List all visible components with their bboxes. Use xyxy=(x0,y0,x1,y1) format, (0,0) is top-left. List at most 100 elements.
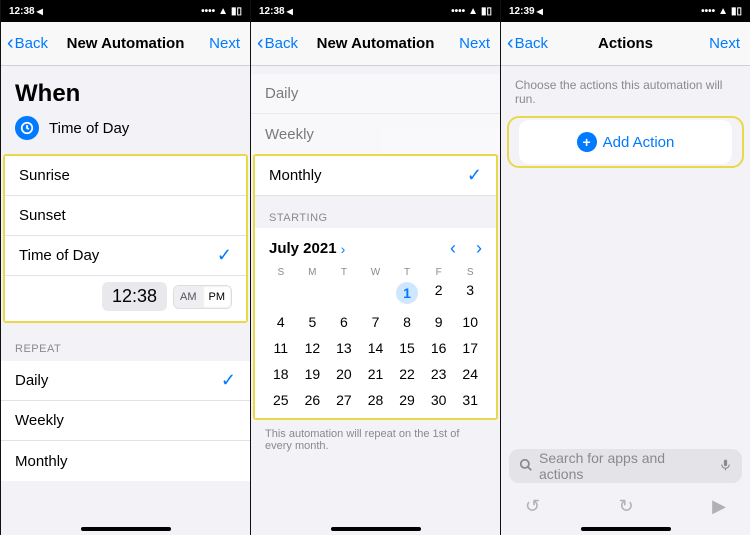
calendar-day[interactable]: 9 xyxy=(423,314,455,330)
calendar-day xyxy=(265,282,297,304)
calendar-day[interactable]: 15 xyxy=(391,340,423,356)
location-icon: ◀ xyxy=(287,7,293,16)
search-input[interactable]: Search for apps and actions xyxy=(509,449,742,483)
checkmark-icon: ✓ xyxy=(221,370,236,391)
calendar-weekday-row: SMTWTFS xyxy=(255,265,496,280)
chevron-left-icon: ‹ xyxy=(507,32,514,55)
battery-icon: ▮▯ xyxy=(231,6,242,17)
calendar-day[interactable]: 23 xyxy=(423,366,455,382)
add-action-label: Add Action xyxy=(603,134,675,151)
repeat-group-dimmed: Daily Weekly xyxy=(251,74,500,154)
status-bar: 12:38◀ •••• ▲ ▮▯ xyxy=(251,0,500,22)
calendar-prev-button[interactable]: ‹ xyxy=(450,238,456,259)
next-button[interactable]: Next xyxy=(709,35,740,52)
signal-icon: •••• xyxy=(451,6,465,17)
search-placeholder: Search for apps and actions xyxy=(539,450,713,482)
back-button[interactable]: ‹Back xyxy=(507,32,548,55)
location-icon: ◀ xyxy=(37,7,43,16)
calendar-day[interactable]: 20 xyxy=(328,366,360,382)
repeat-monthly[interactable]: Monthly xyxy=(1,441,250,481)
calendar-day[interactable]: 4 xyxy=(265,314,297,330)
calendar-day[interactable]: 24 xyxy=(454,366,486,382)
calendar-day[interactable]: 14 xyxy=(360,340,392,356)
am-option[interactable]: AM xyxy=(174,286,203,308)
when-heading: When xyxy=(1,66,250,116)
calendar-day[interactable]: 7 xyxy=(360,314,392,330)
chevron-left-icon: ‹ xyxy=(257,32,264,55)
time-of-day-row[interactable]: Time of Day xyxy=(15,116,236,140)
calendar-day[interactable]: 18 xyxy=(265,366,297,382)
calendar-day[interactable]: 10 xyxy=(454,314,486,330)
calendar-grid[interactable]: 1234567891011121314151617181920212223242… xyxy=(255,280,496,418)
calendar-day xyxy=(297,282,329,304)
next-button[interactable]: Next xyxy=(459,35,490,52)
repeat-group: Daily✓ Weekly Monthly xyxy=(1,361,250,481)
calendar-day[interactable]: 22 xyxy=(391,366,423,382)
option-time-of-day[interactable]: Time of Day✓ xyxy=(5,236,246,276)
pm-option[interactable]: PM xyxy=(203,286,232,308)
plus-icon: + xyxy=(577,132,597,152)
signal-icon: •••• xyxy=(701,6,715,17)
redo-button[interactable]: ↻ xyxy=(619,496,634,517)
home-indicator[interactable] xyxy=(581,527,671,531)
calendar-day[interactable]: 19 xyxy=(297,366,329,382)
calendar-day[interactable]: 27 xyxy=(328,392,360,408)
calendar-day[interactable]: 1 xyxy=(391,282,423,304)
calendar-day xyxy=(360,282,392,304)
calendar-day[interactable]: 8 xyxy=(391,314,423,330)
repeat-section-label: REPEAT xyxy=(1,323,250,361)
repeat-weekly[interactable]: Weekly xyxy=(1,401,250,441)
calendar-day[interactable]: 29 xyxy=(391,392,423,408)
calendar-day[interactable]: 25 xyxy=(265,392,297,408)
signal-icon: •••• xyxy=(201,6,215,17)
chevron-left-icon: ‹ xyxy=(7,32,14,55)
calendar-day[interactable]: 3 xyxy=(454,282,486,304)
mic-icon[interactable] xyxy=(719,457,732,476)
wifi-icon: ▲ xyxy=(218,6,228,17)
back-button[interactable]: ‹Back xyxy=(257,32,298,55)
chevron-right-icon[interactable]: › xyxy=(341,241,346,257)
calendar-day xyxy=(328,282,360,304)
add-action-highlight: + Add Action xyxy=(507,116,744,168)
undo-button[interactable]: ↺ xyxy=(525,496,540,517)
calendar-day[interactable]: 13 xyxy=(328,340,360,356)
calendar-day[interactable]: 16 xyxy=(423,340,455,356)
option-sunrise[interactable]: Sunrise xyxy=(5,156,246,196)
repeat-weekly: Weekly xyxy=(251,114,500,154)
home-indicator[interactable] xyxy=(331,527,421,531)
back-button[interactable]: ‹Back xyxy=(7,32,48,55)
calendar-day[interactable]: 21 xyxy=(360,366,392,382)
nav-bar: ‹Back Actions Next xyxy=(501,22,750,66)
option-sunset[interactable]: Sunset xyxy=(5,196,246,236)
calendar-next-button[interactable]: › xyxy=(476,238,482,259)
calendar-day[interactable]: 12 xyxy=(297,340,329,356)
calendar-day[interactable]: 26 xyxy=(297,392,329,408)
location-icon: ◀ xyxy=(537,7,543,16)
calendar-day[interactable]: 17 xyxy=(454,340,486,356)
am-pm-toggle[interactable]: AM PM xyxy=(173,285,232,309)
time-options-group: Sunrise Sunset Time of Day✓ 12:38 AM PM xyxy=(3,154,248,323)
repeat-daily[interactable]: Daily✓ xyxy=(1,361,250,401)
search-icon xyxy=(519,458,533,475)
checkmark-icon: ✓ xyxy=(467,165,482,186)
status-bar: 12:38◀ •••• ▲ ▮▯ xyxy=(1,0,250,22)
play-button[interactable]: ▶ xyxy=(712,496,726,517)
calendar-day[interactable]: 6 xyxy=(328,314,360,330)
wifi-icon: ▲ xyxy=(718,6,728,17)
next-button[interactable]: Next xyxy=(209,35,240,52)
calendar-day[interactable]: 30 xyxy=(423,392,455,408)
bottom-toolbar: ↺ ↻ ▶ xyxy=(501,491,750,521)
calendar-month[interactable]: July 2021 xyxy=(269,240,337,257)
home-indicator[interactable] xyxy=(81,527,171,531)
calendar-day[interactable]: 5 xyxy=(297,314,329,330)
time-value[interactable]: 12:38 xyxy=(102,282,167,311)
calendar-day[interactable]: 28 xyxy=(360,392,392,408)
checkmark-icon: ✓ xyxy=(217,245,232,266)
add-action-button[interactable]: + Add Action xyxy=(519,120,732,164)
calendar-day[interactable]: 31 xyxy=(454,392,486,408)
repeat-monthly[interactable]: Monthly✓ xyxy=(255,156,496,196)
calendar-day[interactable]: 2 xyxy=(423,282,455,304)
clock-icon xyxy=(15,116,39,140)
time-picker-row: 12:38 AM PM xyxy=(5,276,246,321)
calendar-day[interactable]: 11 xyxy=(265,340,297,356)
